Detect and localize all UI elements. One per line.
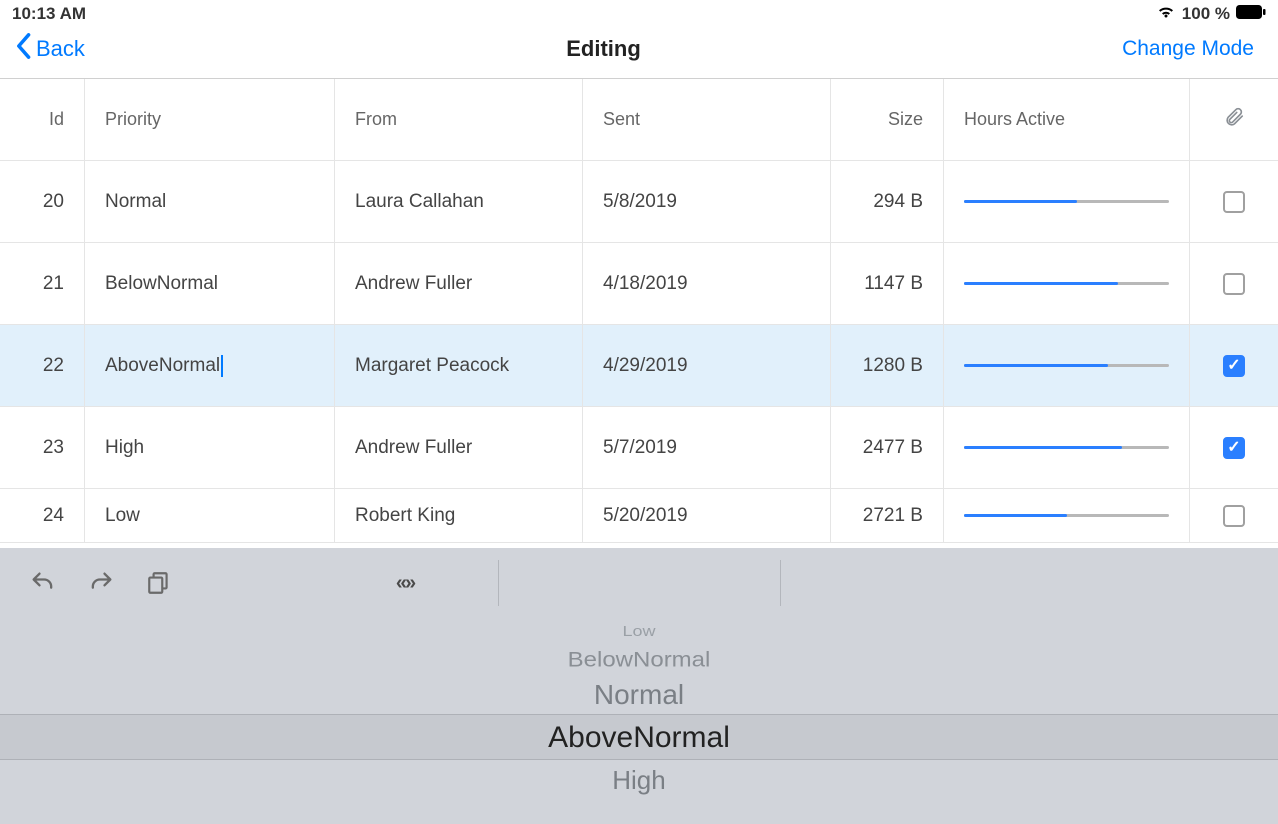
progress-bar	[964, 282, 1118, 285]
checkbox[interactable]	[1223, 505, 1245, 527]
cell-sent[interactable]: 5/8/2019	[583, 161, 831, 242]
redo-button[interactable]	[86, 568, 116, 598]
checkbox[interactable]	[1223, 355, 1245, 377]
page-title: Editing	[566, 36, 641, 62]
cell-priority[interactable]: Low	[85, 489, 335, 542]
col-header-hours[interactable]: Hours Active	[944, 79, 1190, 160]
progress-bar	[964, 364, 1108, 367]
chevron-left-icon	[14, 32, 32, 66]
cell-from[interactable]: Andrew Fuller	[335, 243, 583, 324]
cell-priority[interactable]: High	[85, 407, 335, 488]
cell-size[interactable]: 1280 B	[831, 325, 944, 406]
table-row[interactable]: 23 High Andrew Fuller 5/7/2019 2477 B	[0, 407, 1278, 489]
status-right: 100 %	[1156, 4, 1266, 24]
cell-id[interactable]: 24	[0, 489, 85, 542]
progress-bar	[964, 446, 1122, 449]
cell-hours[interactable]	[944, 243, 1190, 324]
picker-option[interactable]: Normal	[0, 676, 1278, 714]
cell-attachment[interactable]	[1190, 325, 1278, 406]
checkbox[interactable]	[1223, 191, 1245, 213]
cell-from[interactable]: Laura Callahan	[335, 161, 583, 242]
cell-hours[interactable]	[944, 325, 1190, 406]
col-header-attachment[interactable]	[1190, 79, 1278, 160]
col-header-sent[interactable]: Sent	[583, 79, 831, 160]
cell-hours[interactable]	[944, 489, 1190, 542]
col-header-priority[interactable]: Priority	[85, 79, 335, 160]
paperclip-icon	[1223, 106, 1245, 133]
change-mode-button[interactable]: Change Mode	[1122, 37, 1254, 61]
cell-priority[interactable]: Normal	[85, 161, 335, 242]
keyboard-panel: «» Low BelowNormal Normal AboveNormal Hi…	[0, 548, 1278, 824]
cell-id[interactable]: 23	[0, 407, 85, 488]
status-time: 10:13 AM	[12, 4, 86, 24]
nav-bar: Back Editing Change Mode	[0, 26, 1278, 79]
cell-attachment[interactable]	[1190, 489, 1278, 542]
table-row[interactable]: 24 Low Robert King 5/20/2019 2721 B	[0, 489, 1278, 543]
header-row: Id Priority From Sent Size Hours Active	[0, 79, 1278, 161]
cell-from[interactable]: Andrew Fuller	[335, 407, 583, 488]
battery-percent: 100 %	[1182, 4, 1230, 24]
cell-from[interactable]: Margaret Peacock	[335, 325, 583, 406]
cell-size[interactable]: 294 B	[831, 161, 944, 242]
cell-sent[interactable]: 5/7/2019	[583, 407, 831, 488]
cell-from[interactable]: Robert King	[335, 489, 583, 542]
picker-option[interactable]: High	[0, 760, 1278, 800]
priority-picker[interactable]: Low BelowNormal Normal AboveNormal High	[0, 618, 1278, 824]
text-caret	[221, 355, 223, 377]
cell-hours[interactable]	[944, 161, 1190, 242]
cell-sent[interactable]: 5/20/2019	[583, 489, 831, 542]
keyboard-toolbar: «»	[0, 548, 1278, 618]
cell-hours[interactable]	[944, 407, 1190, 488]
battery-icon	[1236, 4, 1266, 24]
table-row[interactable]: 20 Normal Laura Callahan 5/8/2019 294 B	[0, 161, 1278, 243]
table-row[interactable]: 21 BelowNormal Andrew Fuller 4/18/2019 1…	[0, 243, 1278, 325]
cell-id[interactable]: 21	[0, 243, 85, 324]
cell-attachment[interactable]	[1190, 161, 1278, 242]
clipboard-button[interactable]	[144, 568, 174, 598]
checkbox[interactable]	[1223, 437, 1245, 459]
picker-option[interactable]: BelowNormal	[0, 646, 1278, 675]
cell-size[interactable]: 2721 B	[831, 489, 944, 542]
wifi-icon	[1156, 4, 1176, 24]
col-header-size[interactable]: Size	[831, 79, 944, 160]
back-label: Back	[36, 36, 85, 62]
cell-sent[interactable]: 4/18/2019	[583, 243, 831, 324]
status-bar: 10:13 AM 100 %	[0, 0, 1278, 26]
cell-priority-editing[interactable]: AboveNormal	[85, 325, 335, 406]
col-header-id[interactable]: Id	[0, 79, 85, 160]
back-button[interactable]: Back	[14, 32, 85, 66]
prev-next-field-button[interactable]: «»	[390, 568, 420, 598]
table-row[interactable]: 22 AboveNormal Margaret Peacock 4/29/201…	[0, 325, 1278, 407]
cell-id[interactable]: 20	[0, 161, 85, 242]
cell-size[interactable]: 1147 B	[831, 243, 944, 324]
cell-size[interactable]: 2477 B	[831, 407, 944, 488]
cell-attachment[interactable]	[1190, 407, 1278, 488]
checkbox[interactable]	[1223, 273, 1245, 295]
progress-bar	[964, 514, 1067, 517]
picker-option[interactable]: Low	[0, 621, 1278, 642]
cell-attachment[interactable]	[1190, 243, 1278, 324]
undo-button[interactable]	[28, 568, 58, 598]
cell-id[interactable]: 22	[0, 325, 85, 406]
progress-bar	[964, 200, 1077, 203]
cell-priority[interactable]: BelowNormal	[85, 243, 335, 324]
cell-sent[interactable]: 4/29/2019	[583, 325, 831, 406]
editing-value: AboveNormal	[105, 355, 220, 377]
data-grid: Id Priority From Sent Size Hours Active …	[0, 79, 1278, 543]
picker-option-selected[interactable]: AboveNormal	[0, 714, 1278, 760]
col-header-from[interactable]: From	[335, 79, 583, 160]
